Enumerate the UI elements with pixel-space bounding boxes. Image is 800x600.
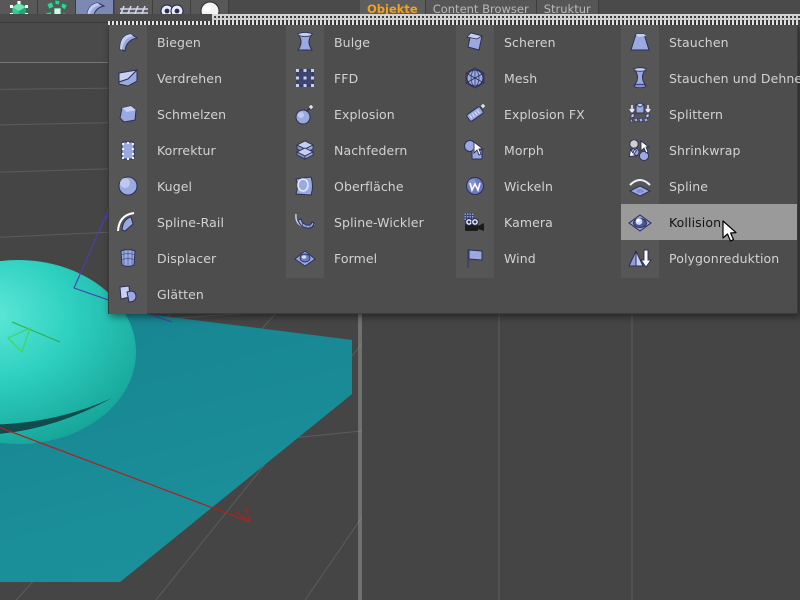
polygon-reduction-icon — [621, 240, 659, 276]
camera-deformer-icon — [456, 204, 494, 240]
menu-item-label: Glätten — [157, 286, 204, 302]
deformer-popup-menu: Biegen Verdrehen Schmelzen Korrektur Kug… — [108, 24, 800, 314]
twist-deformer-icon — [109, 60, 147, 96]
menu-item-kollision[interactable]: Kollision — [621, 204, 797, 240]
menu-item-mesh[interactable]: Mesh — [456, 60, 621, 96]
menu-item-displacer[interactable]: Displacer — [109, 240, 286, 276]
menu-item-formel[interactable]: Formel — [286, 240, 456, 276]
correction-deformer-icon — [109, 132, 147, 168]
menu-item-korrektur[interactable]: Korrektur — [109, 132, 286, 168]
squash-stretch-icon — [621, 60, 659, 96]
menu-item-label: Mesh — [504, 70, 538, 86]
menu-item-label: Schmelzen — [157, 106, 227, 122]
ffd-icon — [286, 60, 324, 96]
menu-item-label: Wickeln — [504, 178, 554, 194]
menu-item-kugel[interactable]: Kugel — [109, 168, 286, 204]
shatter-icon — [621, 96, 659, 132]
menu-item-shrinkwrap[interactable]: Shrinkwrap — [621, 132, 797, 168]
menu-item-scheren[interactable]: Scheren — [456, 24, 621, 60]
spline-deformer-icon — [621, 168, 659, 204]
menu-item-label: Biegen — [157, 34, 201, 50]
menu-item-kamera[interactable]: Kamera — [456, 204, 621, 240]
menu-item-label: Formel — [334, 250, 378, 266]
menu-item-label: Spline-Wickler — [334, 214, 424, 230]
spherify-deformer-icon — [109, 168, 147, 204]
menu-item-label: Bulge — [334, 34, 371, 50]
menu-item-nachfedern[interactable]: Nachfedern — [286, 132, 456, 168]
melt-deformer-icon — [109, 96, 147, 132]
menu-item-spline-rail[interactable]: Spline-Rail — [109, 204, 286, 240]
collision-deformer-icon — [621, 204, 659, 240]
menu-item-stauchen[interactable]: Stauchen — [621, 24, 797, 60]
menu-item-label: Scheren — [504, 34, 556, 50]
shrinkwrap-icon — [621, 132, 659, 168]
menu-item-label: FFD — [334, 70, 359, 86]
displacer-icon — [109, 240, 147, 276]
shear-deformer-icon — [456, 24, 494, 60]
menu-item-label: Stauchen — [669, 34, 729, 50]
deformer-column-3: Scheren Mesh Explosion FX Morph Wickeln — [456, 24, 621, 314]
menu-item-stauchen-und-dehnen[interactable]: Stauchen und Dehnen — [621, 60, 800, 96]
bend-deformer-icon — [109, 24, 147, 60]
menu-item-label: Spline-Rail — [157, 214, 225, 230]
menu-item-label: Stauchen und Dehnen — [669, 70, 800, 86]
menu-item-explosion-fx[interactable]: Explosion FX — [456, 96, 621, 132]
menu-item-label: Splittern — [669, 106, 724, 122]
explosion-icon — [286, 96, 324, 132]
menu-item-glaetten[interactable]: Glätten — [109, 276, 286, 312]
wrap-deformer-icon — [456, 168, 494, 204]
menu-item-oberflaeche[interactable]: Oberfläche — [286, 168, 456, 204]
spline-wrap-icon — [286, 204, 324, 240]
menu-item-label: Wind — [504, 250, 536, 266]
menu-item-label: Oberfläche — [334, 178, 404, 194]
menu-item-label: Kugel — [157, 178, 193, 194]
menu-item-label: Spline — [669, 178, 709, 194]
menu-item-explosion[interactable]: Explosion — [286, 96, 456, 132]
menu-item-label: Korrektur — [157, 142, 216, 158]
menu-item-spline[interactable]: Spline — [621, 168, 797, 204]
menu-item-label: Shrinkwrap — [669, 142, 741, 158]
formula-icon — [286, 240, 324, 276]
taper-deformer-icon — [621, 24, 659, 60]
surface-deformer-icon — [286, 168, 324, 204]
wind-icon — [456, 240, 494, 276]
menu-drag-handle[interactable] — [108, 21, 798, 25]
menu-item-splittern[interactable]: Splittern — [621, 96, 797, 132]
menu-item-bulge[interactable]: Bulge — [286, 24, 456, 60]
explosion-fx-icon — [456, 96, 494, 132]
menu-item-schmelzen[interactable]: Schmelzen — [109, 96, 286, 132]
mesh-deformer-icon — [456, 60, 494, 96]
menu-item-verdrehen[interactable]: Verdrehen — [109, 60, 286, 96]
morph-icon — [456, 132, 494, 168]
menu-item-label: Verdrehen — [157, 70, 223, 86]
menu-item-label: Kollision — [669, 214, 722, 230]
menu-item-morph[interactable]: Morph — [456, 132, 621, 168]
menu-item-spline-wickler[interactable]: Spline-Wickler — [286, 204, 456, 240]
menu-item-label: Explosion — [334, 106, 395, 122]
menu-item-label: Polygonreduktion — [669, 250, 780, 266]
jiggle-icon — [286, 132, 324, 168]
bulge-deformer-icon — [286, 24, 324, 60]
spline-rail-icon — [109, 204, 147, 240]
menu-item-label: Explosion FX — [504, 106, 585, 122]
menu-item-wind[interactable]: Wind — [456, 240, 621, 276]
deformer-column-2: Bulge FFD Explosion Nachfedern Oberfläch… — [286, 24, 456, 314]
deformer-column-1: Biegen Verdrehen Schmelzen Korrektur Kug… — [109, 24, 286, 314]
menu-item-label: Displacer — [157, 250, 217, 266]
smoothing-icon — [109, 276, 147, 312]
menu-item-label: Morph — [504, 142, 544, 158]
menu-item-label: Kamera — [504, 214, 553, 230]
deformer-column-4: Stauchen Stauchen und Dehnen Splittern S… — [621, 24, 800, 314]
menu-item-biegen[interactable]: Biegen — [109, 24, 286, 60]
menu-item-label: Nachfedern — [334, 142, 408, 158]
menu-item-wickeln[interactable]: Wickeln — [456, 168, 621, 204]
menu-item-ffd[interactable]: FFD — [286, 60, 456, 96]
menu-item-polygonreduktion[interactable]: Polygonreduktion — [621, 240, 797, 276]
